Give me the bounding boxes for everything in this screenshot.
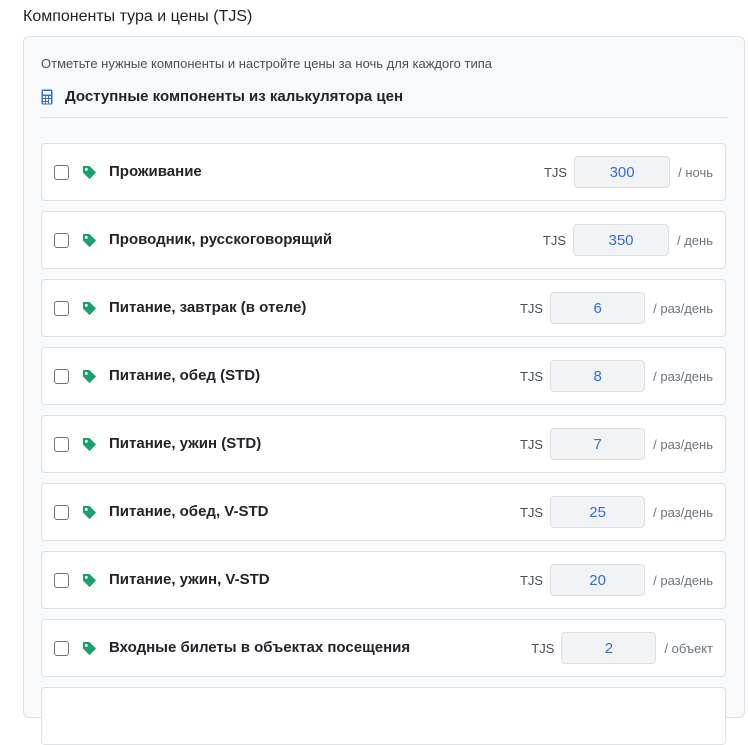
tag-icon <box>82 641 97 656</box>
tag-icon <box>82 573 97 588</box>
price-input[interactable]: 350 <box>573 224 669 256</box>
component-checkbox[interactable] <box>54 573 69 588</box>
component-name: Питание, ужин (STD) <box>109 435 262 452</box>
section-title: Компоненты тура и цены (TJS) <box>23 8 253 25</box>
price-input[interactable]: 300 <box>574 156 671 188</box>
subheading-label: Доступные компоненты из калькулятора цен <box>65 88 404 105</box>
component-name: Питание, завтрак (в отеле) <box>109 299 307 316</box>
price-input[interactable]: 20 <box>550 564 646 596</box>
component-row: Питание, обед, V-STD TJS 25 / раз/день <box>41 483 726 541</box>
currency-label: TJS <box>519 504 544 520</box>
component-name: Проводник, русскоговорящий <box>109 231 333 248</box>
price-input[interactable]: 8 <box>550 360 646 392</box>
unit-label: / день <box>677 232 713 248</box>
component-name: Входные билеты в объектах посещения <box>109 639 411 656</box>
tag-icon <box>82 437 97 452</box>
currency-label: TJS <box>531 640 555 656</box>
unit-label: / объект <box>664 640 713 656</box>
price-group: TJS 25 / раз/день <box>520 484 713 540</box>
component-checkbox[interactable] <box>54 641 69 656</box>
hint-text: Отметьте нужные компоненты и настройте ц… <box>41 56 492 71</box>
component-row: Входные билеты в объектах посещения TJS 2 /… <box>41 619 726 677</box>
component-checkbox[interactable] <box>54 505 69 520</box>
unit-label: / ночь <box>678 164 713 180</box>
tag-icon <box>82 369 97 384</box>
unit-label: / раз/день <box>653 436 713 452</box>
price-input[interactable]: 2 <box>561 632 657 664</box>
currency-label: TJS <box>519 436 544 452</box>
price-input[interactable]: 7 <box>550 428 646 460</box>
currency-label: TJS <box>519 368 544 384</box>
currency-label: TJS <box>519 300 544 316</box>
price-group: TJS 6 / раз/день <box>520 280 713 336</box>
component-checkbox[interactable] <box>54 233 69 248</box>
component-checkbox[interactable] <box>54 437 69 452</box>
currency-label: TJS <box>542 232 566 248</box>
tag-icon <box>82 301 97 316</box>
currency-label: TJS <box>543 164 568 180</box>
component-row <box>41 687 726 745</box>
component-name: Питание, обед (STD) <box>109 367 261 384</box>
component-name: Питание, обед, V-STD <box>109 503 269 520</box>
calculator-icon <box>41 89 53 104</box>
price-input[interactable]: 6 <box>550 292 646 324</box>
component-checkbox[interactable] <box>54 165 69 180</box>
component-row: Проводник, русскоговорящий TJS 350 / день <box>41 211 726 269</box>
unit-label: / раз/день <box>653 504 713 520</box>
tag-icon <box>82 165 97 180</box>
component-checkbox[interactable] <box>54 301 69 316</box>
price-group: TJS 2 / объект <box>531 620 713 676</box>
component-checkbox[interactable] <box>54 369 69 384</box>
currency-label: TJS <box>519 572 544 588</box>
price-group: TJS 7 / раз/день <box>520 416 713 472</box>
price-input[interactable]: 25 <box>550 496 646 528</box>
component-name: Проживание <box>109 163 202 180</box>
unit-label: / раз/день <box>653 368 713 384</box>
price-group: TJS 8 / раз/день <box>520 348 713 404</box>
unit-label: / раз/день <box>653 572 713 588</box>
component-row: Питание, завтрак (в отеле) TJS 6 / раз/день <box>41 279 726 337</box>
component-row: Питание, ужин (STD) TJS 7 / раз/день <box>41 415 726 473</box>
components-panel: Отметьте нужные компоненты и настройте ц… <box>23 36 745 745</box>
price-group: TJS 350 / день <box>543 212 713 268</box>
subheading: Доступные компоненты из калькулятора цен <box>41 88 727 105</box>
component-row: Питание, ужин, V-STD TJS 20 / раз/день <box>41 551 726 609</box>
price-group: TJS 300 / ночь <box>544 144 713 200</box>
price-group: TJS 20 / раз/день <box>520 552 713 608</box>
tag-icon <box>82 233 97 248</box>
component-row: Проживание TJS 300 / ночь <box>41 143 726 201</box>
component-name: Питание, ужин, V-STD <box>109 571 270 588</box>
unit-label: / раз/день <box>653 300 713 316</box>
component-row: Питание, обед (STD) TJS 8 / раз/день <box>41 347 726 405</box>
divider <box>41 117 727 118</box>
tag-icon <box>82 505 97 520</box>
